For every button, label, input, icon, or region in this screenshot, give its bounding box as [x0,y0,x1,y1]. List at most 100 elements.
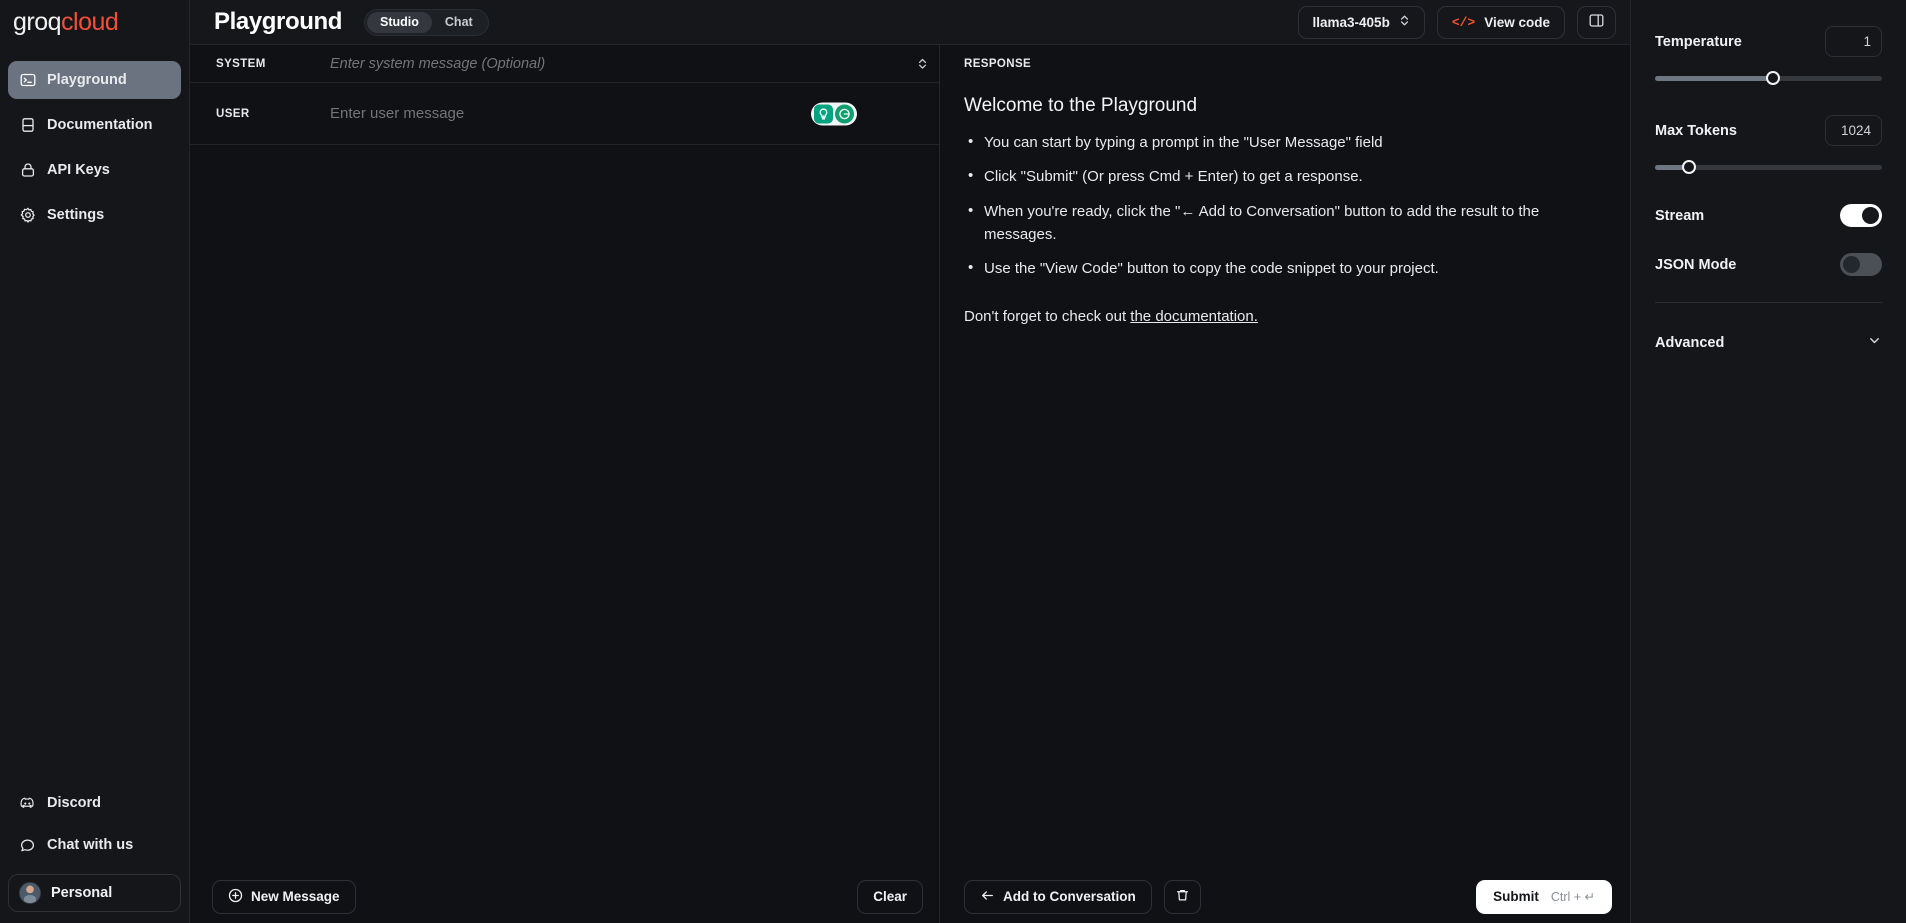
model-selector[interactable]: llama3-405b [1297,5,1425,39]
delete-response-button[interactable] [1163,879,1201,914]
toggle-knob [1843,256,1860,273]
toggle-knob [1862,207,1879,224]
panel-toggle-button[interactable] [1577,5,1616,39]
view-code-label: View code [1484,14,1550,30]
clear-label: Clear [873,889,907,904]
user-message-row: USER [190,83,939,145]
documentation-link[interactable]: the documentation. [1130,308,1258,325]
list-item: You can start by typing a prompt in the … [964,130,1590,154]
brand-groq: groq [13,8,62,36]
system-collapse-button[interactable] [905,57,939,71]
sidebar-item-label: Settings [47,207,105,223]
browser-extension-badges [811,102,857,125]
slider-thumb[interactable] [1766,71,1781,85]
list-item: When you're ready, click the "← Add to C… [964,199,1590,247]
json-mode-label: JSON Mode [1655,256,1737,273]
clear-button[interactable]: Clear [857,879,923,914]
response-header: RESPONSE [940,45,1630,83]
top-bar: Playground Studio Chat llama3-405b </> V… [190,0,1630,45]
trash-icon [1175,888,1190,906]
discord-icon [19,795,36,812]
max-tokens-control: Max Tokens 1024 [1655,115,1882,174]
max-tokens-slider[interactable] [1655,160,1882,174]
temperature-slider[interactable] [1655,71,1882,85]
brand-cloud: cloud [61,8,119,36]
app-root: groqcloud Playground Documentation API K… [0,0,1906,923]
settings-divider [1655,302,1882,303]
response-pane: RESPONSE Welcome to the Playground You c… [940,45,1630,923]
sidebar-item-settings[interactable]: Settings [8,196,181,234]
book-icon [19,117,36,134]
new-message-label: New Message [251,889,340,904]
sidebar-item-discord[interactable]: Discord [8,786,181,820]
brand-text: groqcloud [13,8,119,36]
gear-icon [19,207,36,224]
new-message-button[interactable]: New Message [212,879,356,914]
temperature-value[interactable]: 1 [1825,26,1882,57]
add-to-conversation-label: Add to Conversation [1003,889,1136,904]
model-selector-label: llama3-405b [1312,14,1390,30]
stream-toggle[interactable] [1840,204,1882,227]
settings-panel: Temperature 1 Max Tokens 1024 Stream JSO… [1630,0,1906,923]
brand-logo[interactable]: groqcloud [0,0,189,45]
plus-circle-icon [228,888,243,906]
tab-studio[interactable]: Studio [367,11,432,33]
sidebar-item-playground[interactable]: Playground [8,61,181,99]
add-to-conversation-button[interactable]: Add to Conversation [964,879,1152,914]
main-content: Playground Studio Chat llama3-405b </> V… [190,0,1630,923]
submit-button[interactable]: Submit Ctrl + ↵ [1476,879,1612,914]
panel-right-icon [1588,12,1605,32]
sidebar-item-label: API Keys [47,162,110,178]
slider-fill [1655,76,1774,81]
response-footer-text: Don't forget to check out the documentat… [964,308,1590,325]
messages-empty-space [190,145,939,870]
account-label: Personal [51,885,113,901]
sidebar-bottom-label: Discord [47,795,101,811]
view-code-button[interactable]: </> View code [1436,5,1565,39]
chevron-down-icon [1867,333,1882,353]
submit-shortcut-hint: Ctrl + ↵ [1550,890,1595,904]
avatar [19,882,41,904]
temperature-control: Temperature 1 [1655,26,1882,85]
messages-pane: SYSTEM USER [190,45,940,923]
sidebar: groqcloud Playground Documentation API K… [0,0,190,923]
system-label: SYSTEM [216,57,266,70]
advanced-label: Advanced [1655,335,1725,351]
response-footer-prefix: Don't forget to check out [964,308,1131,326]
advanced-section-toggle[interactable]: Advanced [1655,333,1882,353]
grammarly-icon[interactable] [835,104,854,123]
sidebar-item-documentation[interactable]: Documentation [8,106,181,144]
list-item: Use the "View Code" button to copy the c… [964,256,1590,280]
lightbulb-icon[interactable] [814,104,833,123]
response-bullet-list: You can start by typing a prompt in the … [964,130,1590,280]
slider-thumb[interactable] [1682,160,1697,174]
sidebar-item-chat-with-us[interactable]: Chat with us [8,828,181,862]
code-brackets-icon: </> [1451,14,1476,30]
user-label: USER [216,107,250,120]
messages-footer: New Message Clear [190,870,939,923]
response-body: Welcome to the Playground You can start … [940,83,1630,870]
workspace: SYSTEM USER [190,45,1630,923]
sidebar-bottom-label: Chat with us [47,837,134,853]
temperature-header: Temperature 1 [1655,26,1882,57]
system-message-input[interactable] [330,55,905,72]
arrow-left-icon [980,888,995,906]
terminal-icon [19,72,36,89]
top-bar-actions: llama3-405b </> View code [1297,5,1616,39]
tab-chat[interactable]: Chat [432,12,486,33]
max-tokens-label: Max Tokens [1655,122,1737,139]
json-mode-toggle[interactable] [1840,253,1882,276]
list-item: Click "Submit" (Or press Cmd + Enter) to… [964,164,1590,188]
sidebar-item-api-keys[interactable]: API Keys [8,151,181,189]
temperature-label: Temperature [1655,33,1742,50]
response-footer-bar: Add to Conversation Submit Ctrl + ↵ [940,870,1630,923]
sidebar-item-label: Documentation [47,117,153,133]
lock-icon [19,162,36,179]
page-title: Playground [214,8,343,35]
stream-label: Stream [1655,207,1705,224]
max-tokens-value[interactable]: 1024 [1825,115,1882,146]
response-label: RESPONSE [964,58,1032,70]
chevron-updown-icon [1399,14,1410,30]
account-button[interactable]: Personal [8,874,181,912]
mode-toggle-group: Studio Chat [364,8,489,36]
